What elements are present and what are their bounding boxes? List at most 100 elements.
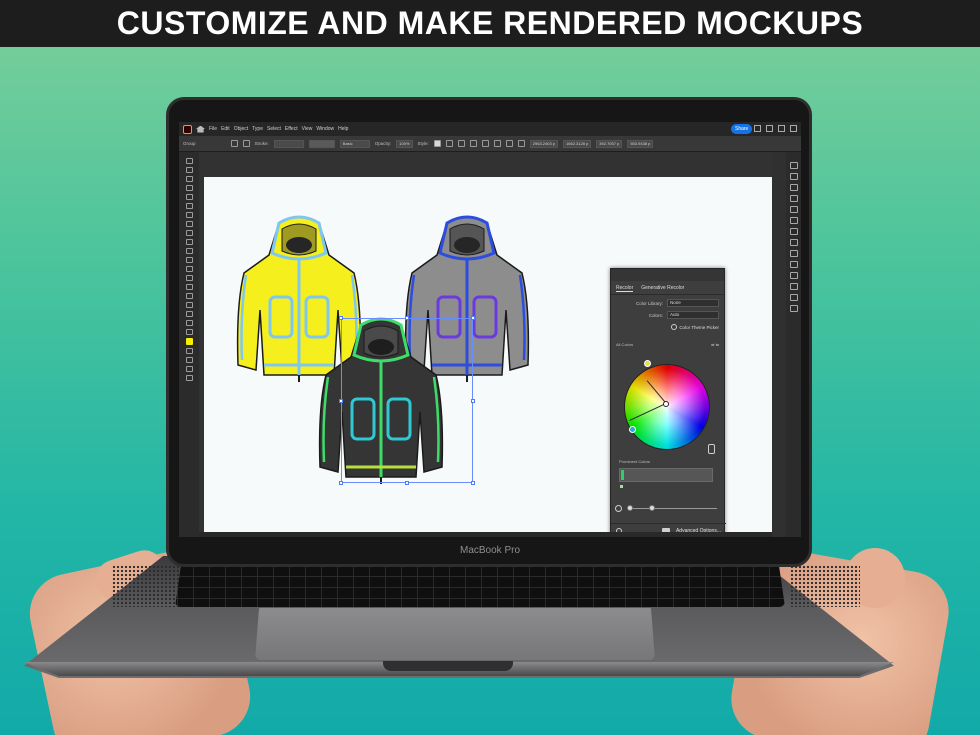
artboards-panel-icon[interactable] — [789, 305, 798, 312]
x-field[interactable]: 2963.2403 p — [529, 139, 559, 148]
rectangle-tool-icon[interactable] — [185, 230, 193, 236]
color-panel-icon[interactable] — [789, 195, 798, 202]
menu-object[interactable]: Object — [234, 126, 248, 132]
fill-swatch-icon[interactable] — [230, 140, 238, 147]
color-library-select[interactable]: None — [667, 299, 719, 307]
resize-handle-e[interactable] — [471, 399, 475, 403]
artboard-tool-icon[interactable] — [185, 311, 193, 317]
home-icon[interactable] — [196, 125, 205, 133]
variable-width-field[interactable] — [308, 139, 335, 148]
link-harmony-icon[interactable]: ⇄ ⇆ — [711, 342, 719, 347]
appearance-panel-icon[interactable] — [789, 272, 798, 279]
stroke-weight-field[interactable] — [273, 139, 304, 148]
libraries-panel-icon[interactable] — [789, 184, 798, 191]
hand-tool-icon[interactable] — [185, 320, 193, 326]
draw-mode-icon[interactable] — [185, 357, 193, 363]
width-tool-icon[interactable] — [185, 266, 193, 272]
menu-window[interactable]: Window — [316, 126, 334, 132]
lock-icon[interactable] — [708, 444, 715, 454]
stroke-color-swatch[interactable] — [185, 348, 193, 354]
recolor-icon[interactable] — [445, 140, 453, 147]
gradient-tool-icon[interactable] — [185, 284, 193, 290]
transparency-panel-icon[interactable] — [789, 261, 798, 268]
paintbrush-tool-icon[interactable] — [185, 194, 193, 200]
resize-handle-nw[interactable] — [339, 316, 343, 320]
prominent-colors-bar[interactable] — [619, 468, 713, 482]
shape-builder-tool-icon[interactable] — [185, 275, 193, 281]
align-top-icon[interactable] — [493, 140, 501, 147]
fill-color-swatch[interactable] — [185, 338, 193, 345]
align-center-icon[interactable] — [469, 140, 477, 147]
resize-handle-ne[interactable] — [471, 316, 475, 320]
opacity-field[interactable]: 100% — [396, 139, 413, 148]
wheel-color-handle-teal[interactable] — [629, 426, 636, 433]
colors-select[interactable]: Auto — [667, 311, 719, 319]
brushes-panel-icon[interactable] — [789, 217, 798, 224]
align-panel-icon[interactable] — [789, 283, 798, 290]
menu-view[interactable]: View — [302, 126, 313, 132]
gradient-panel-icon[interactable] — [789, 250, 798, 257]
resize-handle-n[interactable] — [405, 316, 409, 320]
menu-effect[interactable]: Effect — [285, 126, 298, 132]
color-wheel[interactable] — [624, 364, 710, 450]
menu-file[interactable]: File — [209, 126, 217, 132]
resize-handle-w[interactable] — [339, 399, 343, 403]
align-bottom-icon[interactable] — [517, 140, 525, 147]
y-field[interactable]: 1662.3128 p — [563, 139, 592, 148]
stroke-panel-icon[interactable] — [789, 239, 798, 246]
height-field[interactable]: 553.9438 p — [627, 139, 654, 148]
direct-selection-tool-icon[interactable] — [185, 167, 193, 173]
more-tools-icon[interactable] — [185, 375, 193, 381]
layers-panel-icon[interactable] — [789, 173, 798, 180]
rotate-tool-icon[interactable] — [185, 248, 193, 254]
screen-mode-icon[interactable] — [185, 366, 193, 372]
wheel-center-handle[interactable] — [663, 401, 669, 407]
zoom-tool-icon[interactable] — [185, 329, 193, 335]
saturation-slider-track[interactable] — [627, 508, 717, 509]
swatches-panel-icon[interactable] — [789, 206, 798, 213]
selection-tool-icon[interactable] — [185, 158, 193, 164]
menu-edit[interactable]: Edit — [221, 126, 230, 132]
resize-handle-se[interactable] — [471, 481, 475, 485]
maximize-icon[interactable] — [790, 125, 797, 132]
align-middle-icon[interactable] — [505, 140, 513, 147]
saturation-slider-knob-left[interactable] — [627, 505, 633, 511]
width-field[interactable]: 392.7057 p — [596, 139, 623, 148]
eraser-tool-icon[interactable] — [185, 239, 193, 245]
curvature-tool-icon[interactable] — [185, 185, 193, 191]
graphic-style-icon[interactable] — [433, 140, 441, 147]
tab-generative-recolor[interactable]: Generative Recolor — [641, 285, 684, 292]
share-button[interactable]: Share — [731, 124, 753, 134]
artboard[interactable]: Recolor Generative Recolor Color Library… — [204, 177, 793, 537]
type-tool-icon[interactable] — [185, 212, 193, 218]
align-right-icon[interactable] — [481, 140, 489, 147]
prominent-color-swatch[interactable] — [621, 470, 624, 480]
menu-type[interactable]: Type — [252, 126, 263, 132]
wheel-color-handle-yellow[interactable] — [644, 360, 651, 367]
horizontal-scrollbar[interactable] — [199, 532, 787, 537]
pathfinder-panel-icon[interactable] — [789, 294, 798, 301]
blend-tool-icon[interactable] — [185, 302, 193, 308]
search-icon[interactable] — [754, 125, 761, 132]
scale-tool-icon[interactable] — [185, 257, 193, 263]
align-left-icon[interactable] — [457, 140, 465, 147]
menu-select[interactable]: Select — [267, 126, 281, 132]
menu-help[interactable]: Help — [338, 126, 348, 132]
pencil-tool-icon[interactable] — [185, 203, 193, 209]
selection-bounding-box[interactable] — [339, 316, 475, 485]
resize-handle-sw[interactable] — [339, 481, 343, 485]
saturation-slider-knob[interactable] — [649, 505, 655, 511]
line-tool-icon[interactable] — [185, 221, 193, 227]
panel-toggle-icon[interactable] — [766, 125, 773, 132]
pen-tool-icon[interactable] — [185, 176, 193, 182]
recolor-panel-header[interactable] — [611, 269, 724, 281]
symbols-panel-icon[interactable] — [789, 228, 798, 235]
resize-handle-s[interactable] — [405, 481, 409, 485]
stroke-swatch-icon[interactable] — [242, 140, 250, 147]
minimize-icon[interactable] — [778, 125, 785, 132]
brush-style-field[interactable]: Basic — [339, 139, 370, 148]
eyedropper-tool-icon[interactable] — [185, 293, 193, 299]
properties-panel-icon[interactable] — [789, 162, 798, 169]
color-theme-picker-button[interactable]: Color Theme Picker — [611, 319, 724, 330]
tab-recolor[interactable]: Recolor — [616, 285, 634, 292]
